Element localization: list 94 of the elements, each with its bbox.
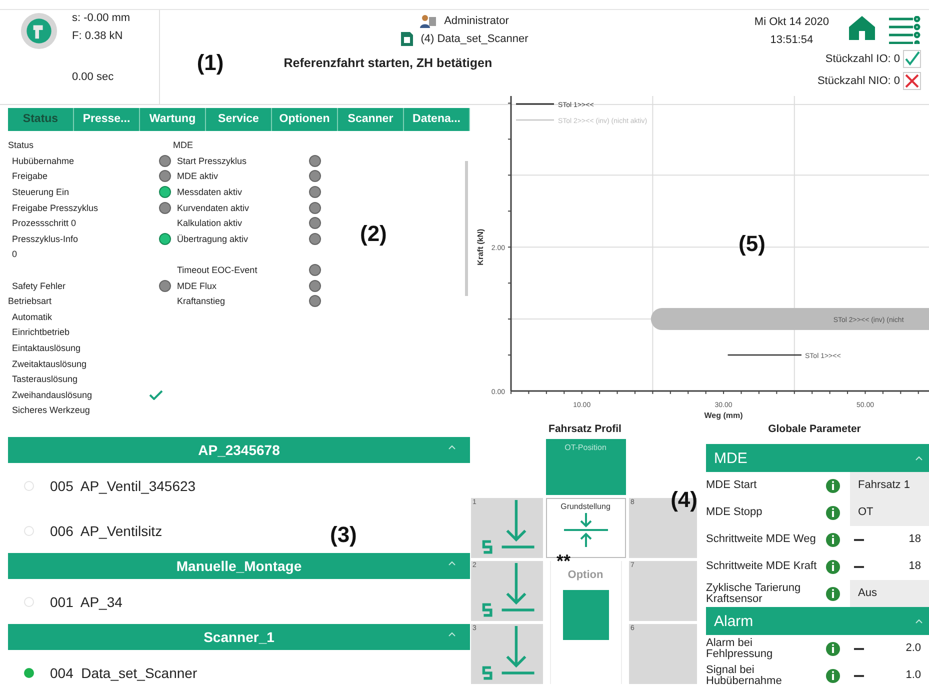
section-name: Alarm (714, 612, 754, 630)
status-label: Kurvendaten aktiv (177, 202, 250, 213)
info-icon[interactable] (826, 642, 840, 656)
recipe-item[interactable]: 006 AP_Ventilsitz (50, 522, 162, 538)
status-label: Start Presszyklus (177, 156, 247, 166)
mode-option[interactable]: Automatik (12, 312, 52, 322)
mode-option[interactable]: Sicheres Werkzeug (12, 405, 90, 416)
status-label: Hubübernahme (12, 156, 74, 166)
minus-icon[interactable] (854, 566, 864, 568)
dataset-name: (4) Data_set_Scanner (420, 33, 528, 45)
parameter-label: MDE Start (706, 480, 758, 491)
minus-icon[interactable] (854, 674, 864, 676)
value-field[interactable]: OT (850, 499, 929, 526)
parameter-label: Signal bei Hubübernahme (706, 664, 783, 686)
caret-icon (448, 561, 456, 566)
force-value: F: 0.38 kN (72, 30, 124, 42)
parameter-label: Schrittweite MDE Kraft (706, 561, 818, 572)
minus-icon[interactable] (854, 648, 864, 650)
caret-icon (448, 632, 456, 637)
radio-button[interactable] (24, 668, 34, 678)
parameter-label: Zyklische Tarierung Kraftsensor (706, 582, 802, 604)
section-name: MDE (714, 450, 748, 466)
time-value: 0.00 sec (72, 71, 115, 83)
menu-icon[interactable] (889, 16, 921, 44)
machine-logo-icon (20, 12, 58, 50)
status-label: Presszyklus-Info (12, 234, 78, 244)
check-icon (903, 50, 921, 68)
info-icon[interactable] (826, 506, 840, 520)
status-text: 0 (12, 248, 18, 262)
minus-icon[interactable] (854, 538, 864, 540)
recipe-item[interactable]: 005 AP_Ventil_345623 (50, 478, 196, 494)
date-text: Mi Okt 14 2020 (754, 16, 829, 28)
caret-icon (915, 456, 923, 460)
info-icon[interactable] (826, 560, 840, 574)
recipe-item[interactable]: 001 AP_34 (50, 594, 122, 610)
status-label: Freigabe (12, 171, 48, 182)
group-title: AP_2345678 (198, 442, 280, 458)
home-icon[interactable] (849, 16, 875, 40)
cross-icon (903, 72, 921, 90)
clamp-icon (564, 513, 608, 547)
group-title: Scanner_1 (204, 629, 274, 645)
user-icon (420, 14, 436, 28)
option-tile[interactable] (562, 590, 608, 640)
press-down-icon (480, 563, 536, 619)
recipe-item[interactable]: 004 Data_set_Scanner (50, 664, 198, 680)
section-heading: MDE (173, 139, 194, 152)
status-label: Safety Fehler (12, 280, 66, 291)
info-icon[interactable] (826, 668, 840, 682)
file-icon (400, 32, 413, 46)
status-label: Kraftanstieg (177, 296, 226, 306)
status-message: Referenzfahrt starten, ZH betätigen (284, 56, 492, 70)
press-down-icon (480, 626, 536, 682)
value-field[interactable]: Aus (850, 580, 929, 607)
status-label: MDE Flux (177, 280, 217, 291)
status-label: Kalkulation aktiv (177, 218, 242, 228)
annotation-label: (5) (738, 231, 766, 256)
status-label: MDE aktiv (177, 171, 218, 182)
section-title: Globale Parameter (768, 423, 861, 435)
clock-text: 13:51:54 (770, 34, 814, 46)
x-axis-title: Weg (mm) (704, 411, 743, 420)
info-icon[interactable] (826, 532, 840, 546)
section-title: Fahrsatz Profil (548, 423, 622, 435)
stroke-value: s: -0.00 mm (72, 12, 130, 24)
annotation-label: (3) (330, 522, 357, 548)
annotation-label: (2) (360, 220, 387, 246)
caret-icon (915, 618, 923, 624)
status-label: Timeout EOC-Event (177, 265, 258, 276)
nok-count: Stückzahl NIO: 0 (817, 75, 900, 87)
parameter-label: Schrittweite MDE Weg (706, 534, 817, 545)
ok-count: Stückzahl IO: 0 (825, 53, 900, 65)
mode-option[interactable]: Tasterauslösung (12, 374, 78, 384)
mode-option[interactable]: Einrichtbetrieb (12, 327, 70, 338)
info-icon[interactable] (826, 478, 840, 492)
section-heading: Betriebsart (8, 295, 53, 308)
status-text: Prozessschritt 0 (12, 217, 78, 230)
status-label: Übertragung aktiv (177, 234, 248, 244)
annotation-label: (1) (196, 50, 224, 76)
value-field[interactable]: Fahrsatz 1 (850, 472, 929, 499)
parameter-label: MDE Stopp (706, 507, 764, 518)
status-label: Messdaten aktiv (177, 187, 242, 198)
mode-option[interactable]: Eintaktauslösung (12, 343, 81, 354)
mode-option[interactable]: Zweihandauslösung (12, 390, 92, 400)
group-title: Manuelle_Montage (176, 558, 302, 574)
mode-option[interactable]: Zweitaktauslösung (12, 358, 87, 369)
user-name: Administrator (444, 15, 509, 27)
info-icon[interactable] (826, 586, 840, 600)
caret-icon (448, 445, 456, 450)
y-axis-title: Kraft (kN) (476, 228, 485, 266)
status-label: Freigabe Presszyklus (12, 202, 98, 213)
option-label: Option (568, 569, 604, 581)
scrollbar[interactable] (465, 160, 468, 296)
status-label: Steuerung Ein (12, 187, 70, 198)
parameter-label: Alarm bei Fehlpressung (706, 638, 774, 660)
press-down-icon (480, 500, 536, 556)
